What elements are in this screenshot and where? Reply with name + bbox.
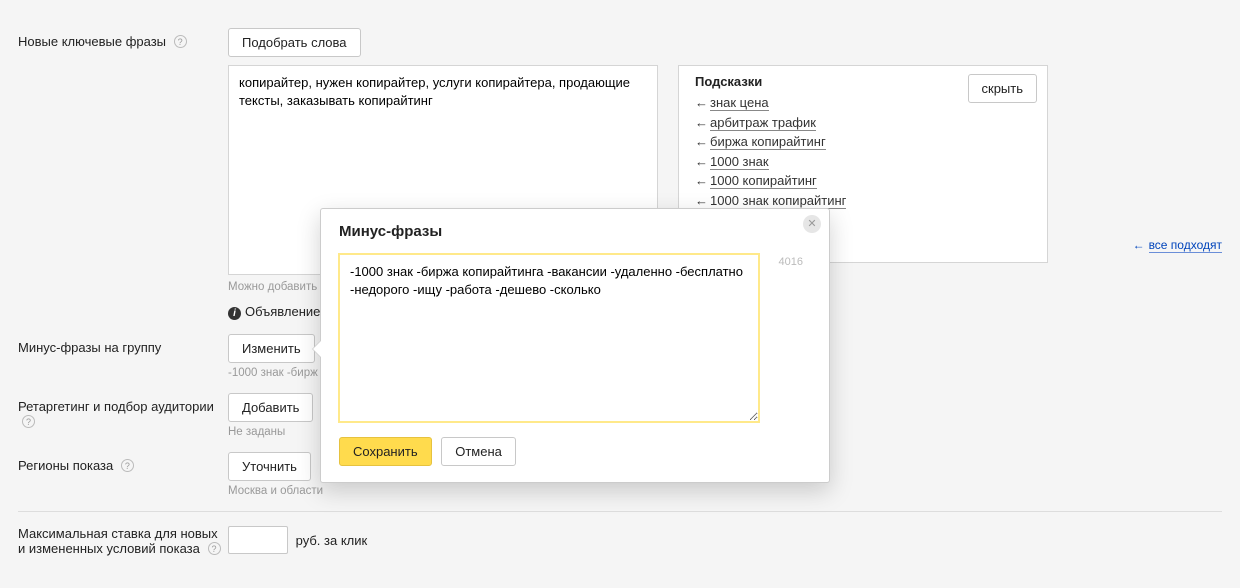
minus-edit-button[interactable]: Изменить [228, 334, 315, 363]
arrow-left-icon: ← [695, 95, 708, 110]
arrow-left-icon: ← [695, 115, 708, 130]
speech-pointer [313, 341, 321, 357]
label-keywords-text: Новые ключевые фразы [18, 34, 166, 49]
label-retarget-text: Ретаргетинг и подбор аудитории [18, 399, 214, 414]
row-bid: Максимальная ставка для новых и измененн… [18, 526, 1222, 556]
label-minus-text: Минус-фразы на группу [18, 340, 161, 355]
hint-link[interactable]: знак цена [710, 95, 769, 111]
modal-actions: Сохранить Отмена [339, 437, 811, 466]
help-icon[interactable]: ? [22, 415, 35, 428]
bid-input[interactable] [228, 526, 288, 554]
hint-item: ←1000 знак [695, 152, 1035, 172]
label-bid-text: Максимальная ставка для новых и измененн… [18, 526, 218, 556]
hints-hide-button[interactable]: скрыть [968, 74, 1038, 103]
label-retarget: Ретаргетинг и подбор аудитории ? [18, 393, 228, 429]
pick-words-button[interactable]: Подобрать слова [228, 28, 361, 57]
regions-refine-button[interactable]: Уточнить [228, 452, 311, 481]
modal-save-button[interactable]: Сохранить [339, 437, 432, 466]
label-bid: Максимальная ставка для новых и измененн… [18, 526, 228, 556]
modal-textarea-wrap: 4016 [339, 254, 811, 425]
info-icon: i [228, 307, 241, 320]
hint-link[interactable]: 1000 копирайтинг [710, 173, 817, 189]
regions-sub: Москва и области [228, 485, 1222, 497]
content-bid: руб. за клик [228, 526, 1222, 554]
label-minus: Минус-фразы на группу [18, 334, 228, 355]
char-counter: 4016 [779, 256, 803, 268]
info-text: Объявление т [245, 304, 330, 319]
help-icon[interactable]: ? [121, 459, 134, 472]
hint-item: ←биржа копирайтинг [695, 132, 1035, 152]
hint-link[interactable]: 1000 знак [710, 154, 769, 170]
arrow-left-icon: ← [695, 134, 708, 149]
arrow-left-icon: ← [1133, 238, 1145, 252]
all-match-link[interactable]: все подходят [1149, 238, 1222, 253]
minus-phrases-textarea[interactable] [339, 254, 759, 422]
label-keywords: Новые ключевые фразы ? [18, 28, 228, 49]
divider [18, 511, 1222, 512]
retarget-add-button[interactable]: Добавить [228, 393, 313, 422]
modal-title: Минус-фразы [339, 223, 811, 240]
hint-item: ←1000 копирайтинг [695, 171, 1035, 191]
label-regions: Регионы показа ? [18, 452, 228, 473]
label-regions-text: Регионы показа [18, 458, 113, 473]
hint-link[interactable]: арбитраж трафик [710, 115, 816, 131]
help-icon[interactable]: ? [208, 542, 221, 555]
all-match: ← все подходят [1133, 238, 1222, 252]
arrow-left-icon: ← [695, 173, 708, 188]
minus-phrases-modal: ✕ Минус-фразы 4016 Сохранить Отмена [320, 208, 830, 483]
bid-unit: руб. за клик [296, 533, 368, 548]
hint-item: ←арбитраж трафик [695, 113, 1035, 133]
hint-link[interactable]: биржа копирайтинг [710, 134, 826, 150]
arrow-left-icon: ← [695, 193, 708, 208]
hint-link[interactable]: 1000 знак копирайтинг [710, 193, 846, 209]
modal-cancel-button[interactable]: Отмена [441, 437, 516, 466]
arrow-left-icon: ← [695, 154, 708, 169]
help-icon[interactable]: ? [174, 35, 187, 48]
hints-title: Подсказки [695, 74, 762, 89]
modal-close-button[interactable]: ✕ [803, 215, 821, 233]
